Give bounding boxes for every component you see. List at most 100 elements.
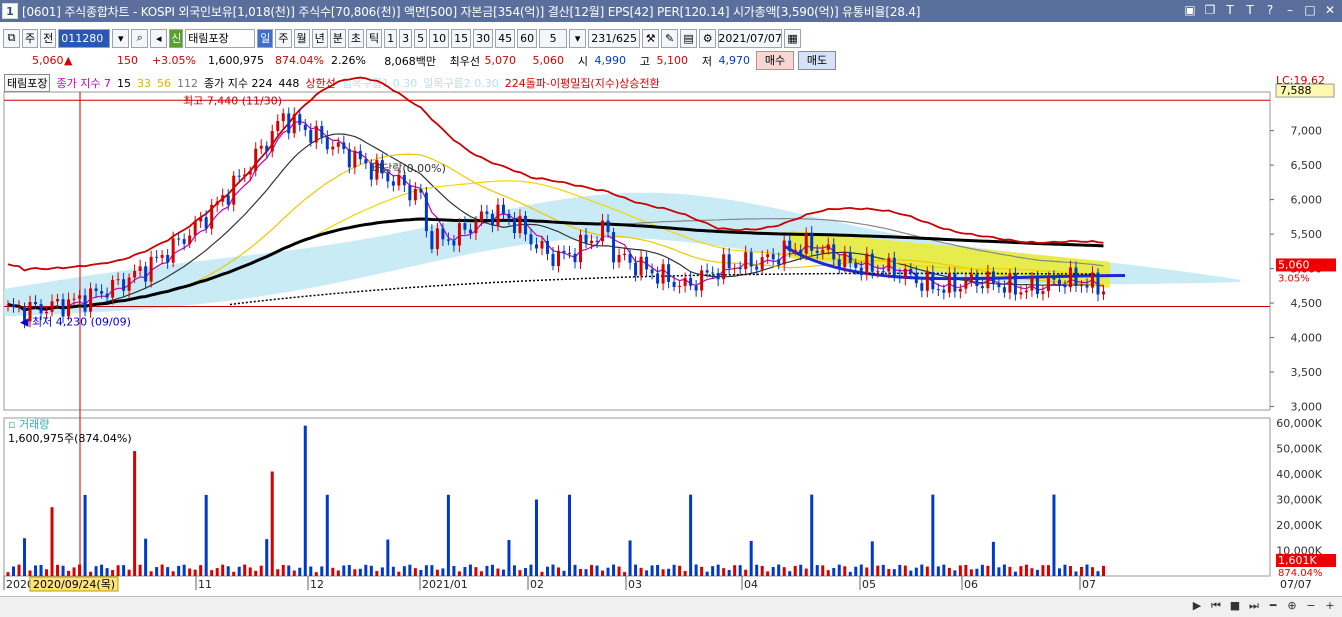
period-year[interactable]: 년 xyxy=(311,28,328,48)
volume-bar xyxy=(920,564,924,576)
candle-body xyxy=(479,211,483,221)
save-icon[interactable]: ▤ xyxy=(680,28,698,48)
candle-body xyxy=(215,201,219,205)
interval-60[interactable]: 60 xyxy=(517,28,538,48)
volume-bar xyxy=(700,566,704,576)
expand-icon[interactable]: + xyxy=(1322,598,1338,614)
range-select[interactable]: 전 xyxy=(40,28,57,48)
candle-body xyxy=(160,254,164,258)
forward-icon[interactable]: ⏭ xyxy=(1246,598,1262,614)
buy-button[interactable]: 매수 xyxy=(756,51,794,70)
sound-icon[interactable]: ◂ xyxy=(150,28,168,48)
volume: 1,600,975 xyxy=(208,54,264,67)
candle-body xyxy=(980,286,984,289)
candle-body xyxy=(534,244,538,249)
period-week[interactable]: 주 xyxy=(275,28,292,48)
candle-body xyxy=(1008,273,1012,293)
rewind-icon[interactable]: ⏮ xyxy=(1208,598,1224,614)
candle-body xyxy=(551,253,555,267)
candle-body xyxy=(320,126,324,138)
candle-body xyxy=(149,256,153,282)
restore-icon[interactable]: ❐ xyxy=(1202,2,1218,18)
period-day[interactable]: 일 xyxy=(257,28,274,48)
interval-15[interactable]: 15 xyxy=(451,28,472,48)
dropdown-icon[interactable]: ▾ xyxy=(112,28,130,48)
volume-bar xyxy=(694,564,698,576)
interval-1[interactable]: 1 xyxy=(384,28,398,48)
volume-bar xyxy=(964,565,968,576)
volume-bar xyxy=(28,570,32,576)
period-second[interactable]: 초 xyxy=(347,28,364,48)
candle-body xyxy=(590,240,594,244)
candle-body xyxy=(17,307,21,309)
period-minute[interactable]: 분 xyxy=(329,28,346,48)
period-month[interactable]: 월 xyxy=(293,28,310,48)
cursor-date-label: 2020/09/24(목) xyxy=(33,578,115,591)
volume-bar xyxy=(72,567,76,576)
zoom-in-icon[interactable]: ⊕ xyxy=(1284,598,1300,614)
close-icon[interactable]: ✕ xyxy=(1322,2,1338,18)
candle-body xyxy=(419,189,423,193)
candle-body xyxy=(991,271,995,284)
help-icon[interactable]: ? xyxy=(1262,2,1278,18)
interval-10[interactable]: 10 xyxy=(429,28,450,48)
volume-bar xyxy=(386,539,390,576)
volume-bar xyxy=(617,566,621,576)
candle-body xyxy=(1030,277,1034,291)
volume-bar xyxy=(634,564,638,576)
maximize-icon[interactable]: □ xyxy=(1302,2,1318,18)
volume-bar xyxy=(292,570,296,576)
minimize-icon[interactable]: – xyxy=(1282,2,1298,18)
stock-chart[interactable]: 7,0006,5006,0005,5005,0004,5004,0003,500… xyxy=(0,70,1342,596)
candle-body xyxy=(568,252,572,254)
volume-bar xyxy=(56,564,60,576)
volume-bar xyxy=(270,471,274,576)
layout-icon[interactable]: ⧉ xyxy=(3,28,20,48)
candle-body xyxy=(457,223,461,246)
volume-bar xyxy=(523,568,527,576)
count-input[interactable]: 5 xyxy=(539,28,568,48)
candle-body xyxy=(645,256,649,270)
date-input[interactable]: 2021/07/07 xyxy=(718,28,783,48)
count-dropdown-icon[interactable]: ▾ xyxy=(569,28,587,48)
candle-body xyxy=(397,174,401,186)
volume-bar xyxy=(837,564,841,576)
candle-body xyxy=(435,228,439,250)
interval-5[interactable]: 5 xyxy=(414,28,428,48)
candle-body xyxy=(661,264,665,284)
zoom-slider[interactable]: ━ xyxy=(1265,598,1281,614)
zoom-out-icon[interactable]: − xyxy=(1303,598,1319,614)
play-icon[interactable]: ▶ xyxy=(1189,598,1205,614)
window-number[interactable]: 1 xyxy=(2,3,18,19)
calendar-icon[interactable]: ▦ xyxy=(784,28,802,48)
candle-body xyxy=(947,273,951,293)
best-ask: 5,070 xyxy=(484,54,517,67)
volume-bar xyxy=(925,566,929,576)
volume-bar xyxy=(358,568,362,576)
search-icon[interactable]: ⌕ xyxy=(131,28,149,48)
pin-icon[interactable]: T xyxy=(1222,2,1238,18)
market-select[interactable]: 주 xyxy=(22,28,39,48)
volume-bar xyxy=(986,565,990,576)
tools-icon[interactable]: ⚒ xyxy=(642,28,660,48)
settings-icon[interactable]: ⚙ xyxy=(699,28,717,48)
volume-bar xyxy=(980,564,984,576)
draw-icon[interactable]: ✎ xyxy=(661,28,679,48)
volume-bar xyxy=(678,565,682,576)
volume-bar xyxy=(1002,564,1006,576)
candle-body xyxy=(254,148,258,171)
interval-30[interactable]: 30 xyxy=(473,28,494,48)
stock-name-field[interactable]: 태림포장 xyxy=(185,28,256,48)
text-icon[interactable]: T xyxy=(1242,2,1258,18)
sell-button[interactable]: 매도 xyxy=(798,51,836,70)
candle-body xyxy=(843,252,847,268)
candle-body xyxy=(584,234,588,244)
stock-code-input[interactable]: 011280 xyxy=(58,28,111,48)
link-icon[interactable]: ▣ xyxy=(1182,2,1198,18)
month-label: 05 xyxy=(862,578,876,591)
interval-45[interactable]: 45 xyxy=(495,28,516,48)
volume-bar xyxy=(540,571,544,576)
stop-icon[interactable]: ■ xyxy=(1227,598,1243,614)
period-tick[interactable]: 틱 xyxy=(366,28,383,48)
interval-3[interactable]: 3 xyxy=(399,28,413,48)
